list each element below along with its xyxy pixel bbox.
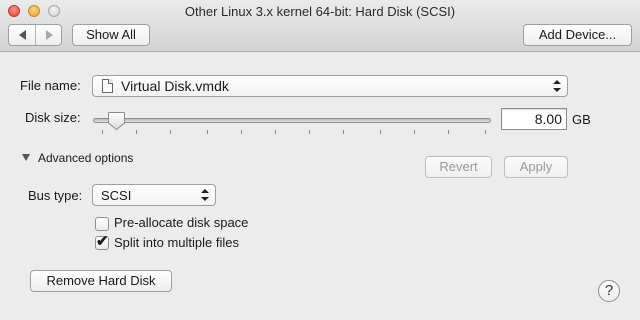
apply-button[interactable]: Apply (504, 156, 568, 178)
up-down-arrows-icon (201, 189, 209, 201)
disk-size-field[interactable]: 8.00 (501, 108, 567, 130)
slider-tick (343, 130, 344, 134)
split-files-checkbox[interactable]: ✔ (95, 233, 109, 250)
remove-hard-disk-button[interactable]: Remove Hard Disk (30, 270, 172, 292)
slider-tick (275, 130, 276, 134)
file-name-popup[interactable]: Virtual Disk.vmdk (92, 75, 568, 97)
slider-tick (136, 130, 137, 134)
pre-allocate-label[interactable]: Pre-allocate disk space (114, 215, 248, 230)
slider-tick (448, 130, 449, 134)
back-forward-control (8, 24, 62, 46)
window-title: Other Linux 3.x kernel 64-bit: Hard Disk… (184, 4, 456, 19)
advanced-options-label[interactable]: Advanced options (38, 151, 133, 165)
bus-type-popup[interactable]: SCSI (92, 184, 216, 206)
triangle-down-icon[interactable] (22, 154, 30, 161)
forward-button[interactable] (36, 25, 62, 45)
slider-tick (170, 130, 171, 134)
bus-type-value: SCSI (101, 188, 132, 203)
disk-size-slider-knob[interactable] (107, 111, 126, 131)
title-bar: Other Linux 3.x kernel 64-bit: Hard Disk… (0, 0, 640, 52)
slider-tick (485, 130, 486, 134)
disk-size-label: Disk size: (25, 110, 81, 125)
slider-tick (102, 130, 103, 134)
show-all-button[interactable]: Show All (72, 24, 150, 46)
disk-size-slider-track[interactable] (93, 118, 491, 123)
add-device-button[interactable]: Add Device... (523, 24, 632, 46)
slider-tick (414, 130, 415, 134)
document-icon (102, 79, 113, 93)
file-name-label: File name: (20, 78, 81, 93)
slider-tick (309, 130, 310, 134)
file-name-value: Virtual Disk.vmdk (121, 78, 229, 94)
pre-allocate-checkbox[interactable] (95, 217, 109, 231)
slider-tick (207, 130, 208, 134)
chevron-right-icon (45, 30, 53, 40)
chevron-left-icon (18, 30, 26, 40)
disk-size-unit: GB (572, 112, 591, 127)
slider-tick (241, 130, 242, 134)
split-files-label[interactable]: Split into multiple files (114, 235, 239, 250)
help-button[interactable]: ? (598, 280, 620, 302)
up-down-arrows-icon (553, 80, 561, 92)
revert-button[interactable]: Revert (425, 156, 492, 178)
bus-type-label: Bus type: (28, 188, 83, 203)
back-button[interactable] (9, 25, 36, 45)
checkmark-icon: ✔ (96, 233, 109, 250)
slider-tick (380, 130, 381, 134)
